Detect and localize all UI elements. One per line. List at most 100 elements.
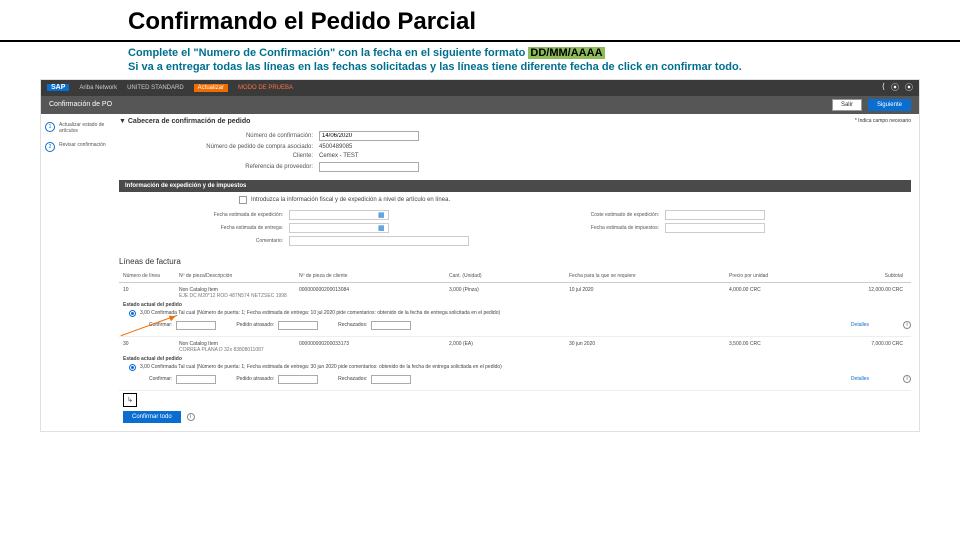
li1-details-link[interactable]: Detalles	[851, 322, 879, 328]
delivery-date-label: Fecha estimada de entrega:	[179, 225, 289, 231]
supplier-ref-input[interactable]	[319, 162, 419, 172]
invoice-lines-heading: Líneas de factura	[119, 257, 911, 266]
calendar-icon[interactable]: ▦	[378, 224, 386, 232]
conf-number-input[interactable]	[319, 131, 419, 141]
customer-value: Cemex - TEST	[319, 153, 359, 159]
li1-num: 10	[119, 287, 179, 293]
li1-date: 10 jul 2020	[569, 287, 729, 293]
calendar-icon[interactable]: ▦	[378, 211, 386, 219]
instr-part1: Complete el "Numero de Confirmación" con…	[128, 47, 528, 59]
line-level-label: Introduzca la información fiscal y de ex…	[251, 197, 450, 203]
step-1[interactable]: 1 Actualizar estado de artículos	[45, 122, 107, 134]
instruction-text: Complete el "Numero de Confirmación" con…	[0, 46, 960, 79]
table-header: Número de línea Nº de pieza/Descripción …	[119, 270, 911, 283]
li1-status-head: Estado actual del pedido	[123, 302, 911, 308]
li2-num: 30	[119, 341, 179, 347]
conf-number-label: Número de confirmación:	[179, 133, 319, 139]
step-1-circle: 1	[45, 122, 55, 132]
li2-date: 30 jun 2020	[569, 341, 729, 347]
user-icon[interactable]: ⦿	[905, 82, 913, 93]
li1-status-text: 3,00 Confirmada Tal cual (Número de puer…	[140, 310, 500, 316]
confirm-all-button[interactable]: Confirmar todo	[123, 411, 181, 423]
ship-cost-input[interactable]	[665, 210, 765, 220]
li2-confirm-label: Confirmar:	[149, 376, 172, 382]
tax-date-label: Fecha estimada de impuestos:	[555, 225, 665, 231]
topbar-icons: ⟨ ⦿ ⦿	[882, 82, 913, 93]
tax-date-input[interactable]	[665, 223, 765, 233]
li1-reject-input[interactable]	[371, 321, 411, 330]
li2-part: 000000000200033173	[299, 341, 449, 347]
actualizar-btn[interactable]: Actualizar	[194, 84, 228, 92]
li1-status-radio[interactable]	[129, 310, 136, 317]
ship-cost-label: Coste estimado de expedición:	[555, 212, 665, 218]
customer-label: Cliente:	[179, 153, 319, 159]
instr-part2: Si va a entregar todas las líneas en las…	[128, 61, 742, 73]
li2-subtotal: 7,000.00 CRC	[849, 341, 911, 347]
comment-label: Comentario:	[179, 238, 289, 244]
li2-meta: CORREA PLANA D 32x 83808011087	[179, 347, 911, 353]
li2-desc: Non Catalog Item	[179, 341, 299, 347]
main-content: ▼ Cabecera de confirmación de pedido * I…	[111, 114, 919, 431]
li2-price: 3,500.00 CRC	[729, 341, 849, 347]
info-icon[interactable]: i	[903, 375, 911, 383]
app-topbar: SAP Ariba Network UNITED STANDARD Actual…	[41, 80, 919, 96]
expand-arrow-icon[interactable]: ↳	[123, 393, 137, 407]
slide-title: Confirmando el Pedido Parcial	[0, 0, 960, 42]
li2-status-radio[interactable]	[129, 364, 136, 371]
li2-backorder-label: Pedido atrasado:	[236, 376, 274, 382]
delivery-date-input[interactable]: ▦	[289, 223, 389, 233]
li1-subtotal: 12,000.00 CRC	[849, 287, 911, 293]
page-header-bar: Confirmación de PO Salir Siguiente	[41, 96, 919, 114]
li1-backorder-label: Pedido atrasado:	[236, 322, 274, 328]
required-hint: * Indica campo necesario	[855, 118, 911, 125]
step-2-circle: 2	[45, 142, 55, 152]
back-icon[interactable]: ⟨	[882, 82, 885, 93]
step-1-label: Actualizar estado de artículos	[59, 122, 107, 134]
test-mode-label: MODO DE PRUEBA	[238, 85, 293, 91]
li1-backorder-input[interactable]	[278, 321, 318, 330]
li2-details-link[interactable]: Detalles	[851, 376, 879, 382]
li1-desc: Non Catalog Item	[179, 287, 299, 293]
info-icon[interactable]: i	[903, 321, 911, 329]
supplier-crumb: UNITED STANDARD	[127, 85, 184, 91]
col-line-num: Número de línea	[119, 273, 179, 279]
line-level-checkbox[interactable]	[239, 196, 247, 204]
ariba-app-screenshot: SAP Ariba Network UNITED STANDARD Actual…	[40, 79, 920, 432]
li2-backorder-input[interactable]	[278, 375, 318, 384]
col-needby: Fecha para la que se requiere	[569, 273, 729, 279]
next-button[interactable]: Siguiente	[868, 99, 911, 111]
po-number-value: 4500489085	[319, 144, 352, 150]
supplier-ref-label: Referencia de proveedor:	[179, 164, 319, 170]
li1-part: 000000000200013084	[299, 287, 449, 293]
li2-confirm-input[interactable]	[176, 375, 216, 384]
comment-input[interactable]	[289, 236, 469, 246]
li1-confirm-input[interactable]	[176, 321, 216, 330]
ship-tax-section: Información de expedición y de impuestos	[119, 180, 911, 192]
date-format-highlight: DD/MM/AAAA	[528, 47, 604, 59]
col-customer-part: Nº de pieza de cliente	[299, 273, 449, 279]
header-panel-title: ▼ Cabecera de confirmación de pedido	[119, 118, 250, 125]
li1-qty: 3,000 (Pinza)	[449, 287, 569, 293]
po-number-label: Número de pedido de compra asociado:	[179, 144, 319, 150]
sap-logo: SAP	[47, 84, 69, 91]
help-icon[interactable]: ⦿	[891, 82, 899, 93]
step-2-label: Revisar confirmación	[59, 142, 106, 152]
li1-reject-label: Rechazados:	[338, 322, 367, 328]
li2-status-text: 3,00 Confirmada Tal cual (Número de puer…	[140, 364, 502, 370]
li2-status-head: Estado actual del pedido	[123, 356, 911, 362]
li1-price: 4,000.00 CRC	[729, 287, 849, 293]
col-qty: Cant. (Unidad)	[449, 273, 569, 279]
col-unit-price: Precio por unidad	[729, 273, 849, 279]
info-icon[interactable]: i	[187, 413, 195, 421]
network-label: Ariba Network	[79, 85, 117, 91]
li1-meta: EJE DC M20*12 ROD 487N574 NETZSEC 1998	[179, 293, 911, 299]
ship-date-input[interactable]: ▦	[289, 210, 389, 220]
ship-date-label: Fecha estimada de expedición:	[179, 212, 289, 218]
li2-qty: 2,000 (EA)	[449, 341, 569, 347]
col-part-desc: Nº de pieza/Descripción	[179, 273, 299, 279]
step-2[interactable]: 2 Revisar confirmación	[45, 142, 107, 152]
li2-reject-input[interactable]	[371, 375, 411, 384]
exit-button[interactable]: Salir	[832, 99, 862, 111]
page-title: Confirmación de PO	[49, 101, 112, 108]
wizard-steps: 1 Actualizar estado de artículos 2 Revis…	[41, 114, 111, 431]
